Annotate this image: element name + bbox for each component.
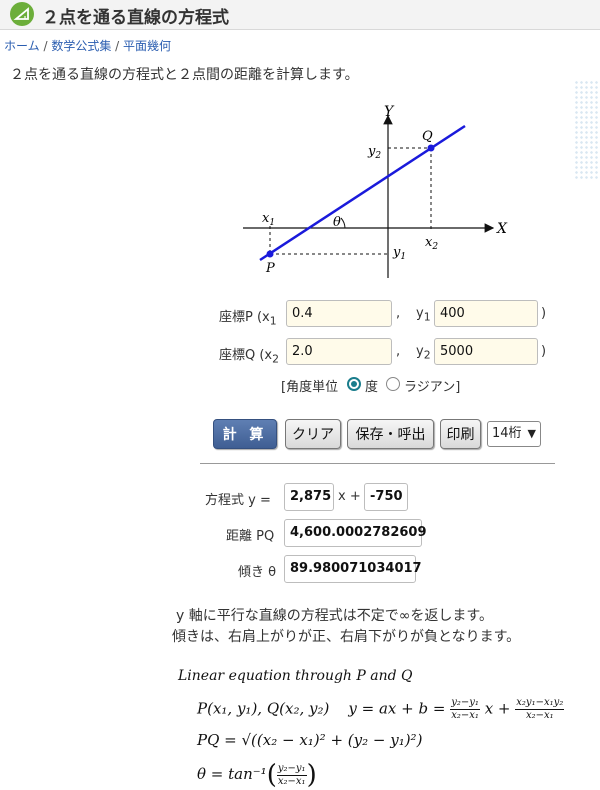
theta-label: θ [333,215,341,230]
angle-output: 89.980071034017 [284,555,422,583]
calculate-button[interactable]: 計 算 [213,419,277,449]
svg-text:x2: x2 [425,235,438,252]
formula-theta-lhs: θ = tan⁻¹ [197,765,267,783]
breadcrumb-separator: / [39,39,52,53]
y-axis-label: Y [384,104,395,120]
point-q-label-text: 座標Q (x [219,348,273,363]
clear-button[interactable]: クリア [285,419,341,449]
y1-label-sub: 1 [400,252,406,262]
point-q-label: 座標Q (x2 [219,344,279,366]
radian-label: ラジアン] [404,380,461,395]
formula-theta-fraction: y₂−y₁ x₂−x₁ [276,762,307,788]
note-vertical-line: y 軸に平行な直線の方程式は不定で∞を返します。 [176,608,493,624]
digits-select[interactable]: 14桁 ▼ [487,421,541,447]
breadcrumb-home-link[interactable]: ホーム [4,39,40,53]
chevron-down-icon: ▼ [527,427,536,440]
formula-fraction-denominator: x₂−x₁ [451,710,479,721]
svg-text:y2: y2 [367,144,381,161]
equation-intercept-output: -750 [364,483,408,511]
q-comma: , [396,344,401,359]
equation-label: 方程式 y = [205,493,271,508]
close-paren: ) [306,760,317,790]
save-load-button[interactable]: 保存・呼出 [347,419,434,449]
x2-label-sub: 2 [431,242,438,252]
page-header: ２点を通る直線の方程式 [0,0,600,30]
p-x-input[interactable] [286,300,392,327]
q-y-label-text: y [416,344,424,359]
point-q-x-sub: 2 [272,352,280,366]
p-comma: , [396,306,401,321]
formula-intercept-fraction: x₂y₁−x₁y₂ x₂−x₁ [515,697,565,722]
q-close-paren: ) [541,344,547,359]
degree-radio[interactable] [347,377,361,391]
radian-radio[interactable] [386,377,400,391]
note-slope-sign: 傾きは、右肩上がりが正、右肩下がりが負となります。 [172,629,521,645]
equation-x-plus: x + [338,489,361,504]
y2-label-sub: 2 [374,151,381,161]
dot-pattern-decoration [574,80,600,180]
digits-select-value: 14桁 [492,426,522,441]
svg-text:x1: x1 [262,211,275,228]
formula-slope-fraction: y₂−y₁ x₂−x₁ [450,697,480,722]
p-close-paren: ) [541,306,547,321]
q-y-input[interactable] [434,338,538,365]
triangle-ruler-icon [10,2,34,26]
point-p-label-text: 座標P (x [219,310,270,325]
p-y-label: y1 [416,306,431,324]
breadcrumb-current-link[interactable]: 平面幾何 [123,39,171,53]
point-p-label: 座標P (x1 [219,306,277,328]
formula-heading: Linear equation through P and Q [178,668,413,684]
degree-label: 度 [365,380,379,395]
q-x-input[interactable] [286,338,392,365]
p-y-label-text: y [416,306,424,321]
point-q [427,144,435,152]
point-p-x-sub: 1 [269,314,277,328]
equation-slope-output: 2,875 [284,483,334,511]
svg-text:y1: y1 [392,245,406,262]
p-y-input[interactable] [434,300,538,327]
breadcrumb-separator: / [111,39,123,53]
x1-label-sub: 1 [269,218,275,228]
formula-angle: θ = tan⁻¹(y₂−y₁ x₂−x₁) [197,760,317,790]
p-y-sub: 1 [423,310,431,324]
angle-label: 傾き θ [238,565,277,580]
formula-x-plus: x + [484,699,511,718]
q-y-label: y2 [416,344,431,362]
p-label: P [265,261,275,276]
open-paren: ( [266,760,277,790]
print-button[interactable]: 印刷 [440,419,481,449]
x-axis-label: X [496,221,508,237]
line-through-pq [259,124,466,262]
line-diagram: Y X Q P y2 x1 θ x2 y1 [243,104,508,278]
q-label: Q [422,129,433,144]
formula-fraction-denominator: x₂−x₁ [525,710,554,721]
formula-fraction-numerator: y₂−y₁ [450,697,480,710]
q-y-sub: 2 [423,348,431,362]
angle-unit-label: [角度単位 [281,380,339,395]
distance-label: 距離 PQ [226,529,275,544]
formula-points: P(x₁, y₁), Q(x₂, y₂) [197,699,330,718]
formula-line-lhs: y = ax + b = [348,699,446,718]
formula-fraction-numerator: y₂−y₁ [276,762,307,776]
page-description: ２点を通る直線の方程式と２点間の距離を計算します。 [10,67,359,83]
formula-distance: PQ = √((x₂ − x₁)² + (y₂ − y₁)²) [197,731,423,749]
formula-fraction-numerator: x₂y₁−x₁y₂ [515,697,565,710]
formula-line-equation: P(x₁, y₁), Q(x₂, y₂) y = ax + b = y₂−y₁ x… [197,697,565,722]
distance-output: 4,600.0002782609 [284,519,427,547]
page-title: ２点を通る直線の方程式 [42,8,229,28]
formula-fraction-denominator: x₂−x₁ [277,775,306,787]
breadcrumb: ホーム / 数学公式集 / 平面幾何 [4,37,171,54]
point-p [266,250,274,258]
divider [200,463,555,464]
breadcrumb-section-link[interactable]: 数学公式集 [51,39,111,53]
